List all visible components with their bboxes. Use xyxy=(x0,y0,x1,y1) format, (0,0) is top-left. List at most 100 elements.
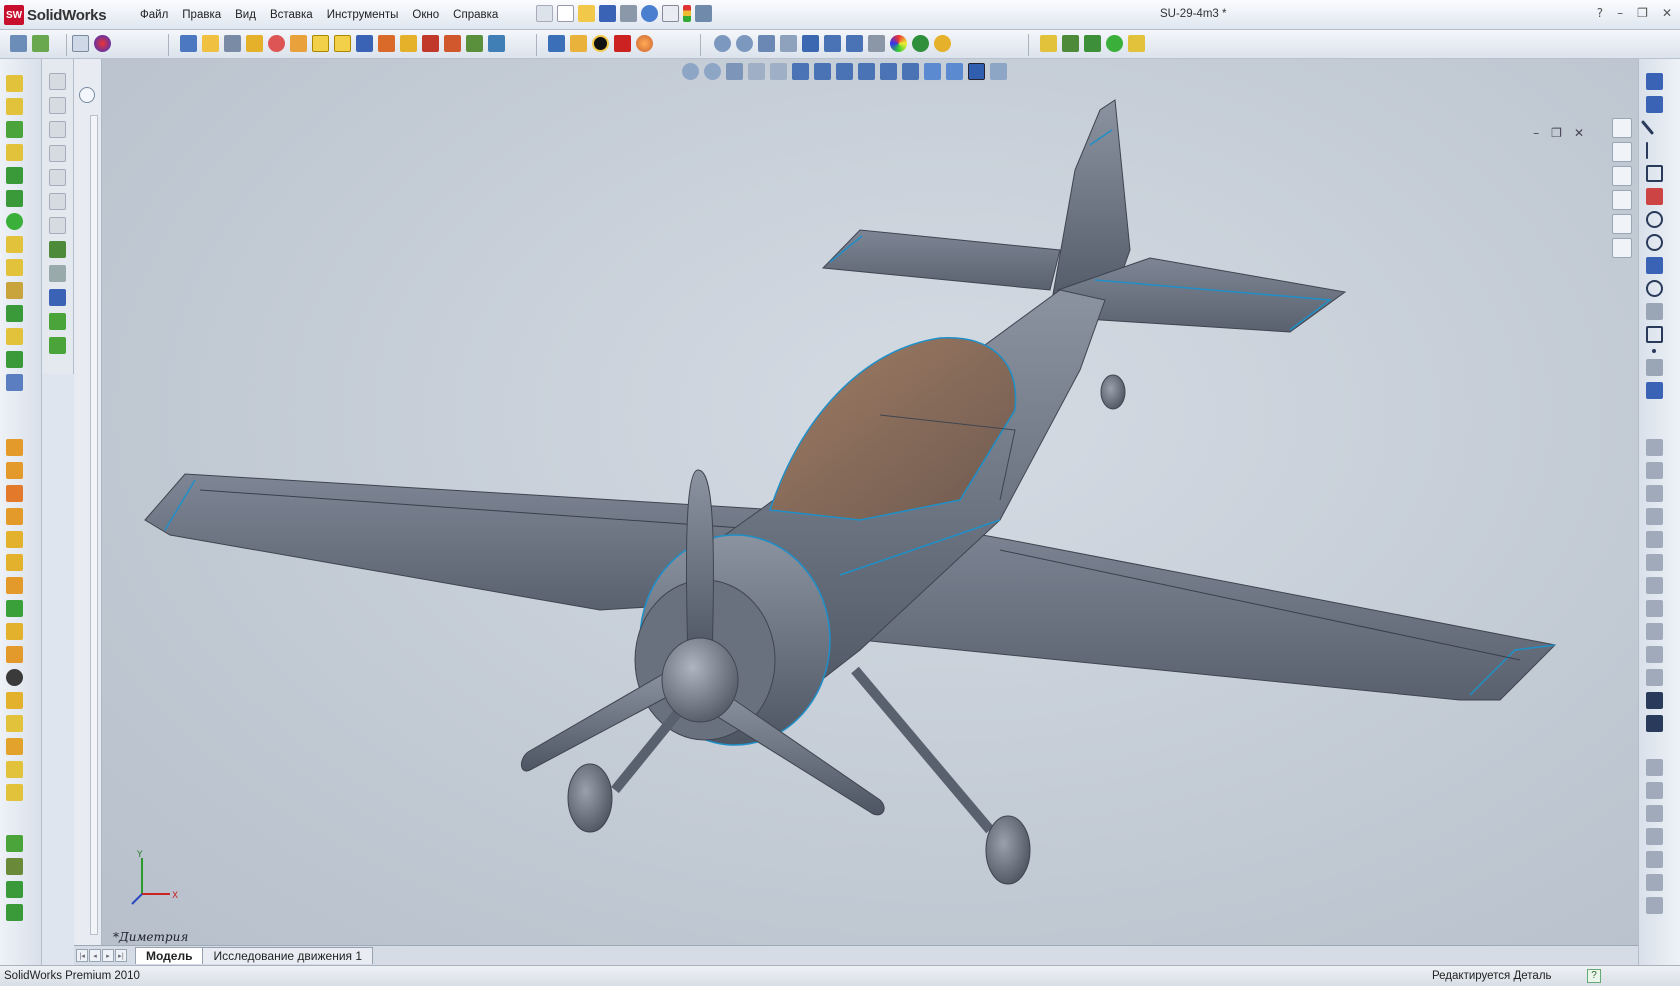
menu-window[interactable]: Окно xyxy=(406,7,445,23)
section-view-icon[interactable] xyxy=(780,35,797,52)
section-properties-icon[interactable] xyxy=(246,35,263,52)
extrude-boss-icon[interactable] xyxy=(6,75,23,92)
airplane-model[interactable] xyxy=(102,59,1638,945)
restore-button[interactable]: ❐ xyxy=(1637,6,1648,20)
surface-loft-icon[interactable] xyxy=(6,508,23,525)
loft-icon[interactable] xyxy=(6,144,23,161)
fillet-sketch-icon[interactable] xyxy=(1646,303,1663,320)
feature-tree-scrollbar[interactable] xyxy=(90,115,98,935)
offset-surface-icon[interactable] xyxy=(6,577,23,594)
weld-icon[interactable] xyxy=(1646,759,1663,776)
3d-sketch-plane-icon[interactable] xyxy=(1646,715,1663,732)
sigma-icon[interactable] xyxy=(356,35,373,52)
ruler-icon[interactable] xyxy=(1040,35,1057,52)
dome-icon[interactable] xyxy=(6,374,23,391)
tab-motion-study[interactable]: Исследование движения 1 xyxy=(202,947,374,964)
print-icon[interactable] xyxy=(620,5,637,22)
trim-icon[interactable] xyxy=(1646,485,1663,502)
quick-snaps-icon[interactable] xyxy=(1646,646,1663,663)
line-icon[interactable] xyxy=(1640,120,1655,135)
sketch-icon[interactable] xyxy=(1646,73,1663,90)
planar-surface-icon[interactable] xyxy=(6,554,23,571)
block-icon[interactable] xyxy=(1646,554,1663,571)
shell-icon[interactable] xyxy=(6,282,23,299)
tab-last-button[interactable]: ▸| xyxy=(115,949,127,962)
parting-line-icon[interactable] xyxy=(444,35,461,52)
view-orientation-icon[interactable] xyxy=(802,35,819,52)
view-settings-icon[interactable] xyxy=(934,35,951,52)
view-left-icon[interactable] xyxy=(858,63,875,80)
fix-icon[interactable] xyxy=(1646,600,1663,617)
edit-appearance-icon[interactable] xyxy=(868,35,885,52)
pattern-icon[interactable] xyxy=(6,305,23,322)
ellipse-icon[interactable] xyxy=(1646,280,1663,297)
zoom-area-icon[interactable] xyxy=(736,35,753,52)
feature-manager-icon[interactable] xyxy=(10,35,27,52)
view-normal-icon[interactable] xyxy=(792,63,809,80)
render-icon[interactable] xyxy=(592,35,609,52)
menu-edit[interactable]: Правка xyxy=(176,7,227,23)
deviation-icon[interactable] xyxy=(466,35,483,52)
graphics-area[interactable]: – ❐ ✕ Y X xyxy=(102,59,1638,945)
view-right-icon[interactable] xyxy=(880,63,897,80)
sketch-icon-2[interactable] xyxy=(49,97,66,114)
spline-icon[interactable] xyxy=(1646,188,1663,205)
rib-icon[interactable] xyxy=(6,328,23,345)
tab-next-button[interactable]: ▸ xyxy=(102,949,114,962)
view-top-icon[interactable] xyxy=(902,63,919,80)
geometry-analysis-icon[interactable] xyxy=(290,35,307,52)
view-back-icon[interactable] xyxy=(836,63,853,80)
property-manager-icon[interactable] xyxy=(32,35,49,52)
repair-icon[interactable] xyxy=(1646,623,1663,640)
spline-tools-icon[interactable] xyxy=(1646,828,1663,845)
menu-tools[interactable]: Инструменты xyxy=(321,7,405,23)
measure-icon[interactable] xyxy=(202,35,219,52)
material-icon[interactable] xyxy=(636,35,653,52)
options-icon[interactable] xyxy=(695,5,712,22)
delete-face-icon[interactable] xyxy=(6,738,23,755)
home-icon[interactable] xyxy=(1612,118,1632,138)
undo-icon[interactable] xyxy=(641,5,658,22)
hide-show-icon[interactable] xyxy=(846,35,863,52)
open-folder-icon[interactable] xyxy=(578,5,595,22)
tab-prev-button[interactable]: ◂ xyxy=(89,949,101,962)
view-iso-icon[interactable] xyxy=(924,63,941,80)
app-logo[interactable]: SW SolidWorks xyxy=(4,4,122,26)
offset-icon[interactable] xyxy=(1646,462,1663,479)
scene-icon[interactable] xyxy=(570,35,587,52)
resources-icon[interactable] xyxy=(1612,142,1632,162)
help-icon[interactable]: ? xyxy=(1597,6,1603,20)
filter-icon[interactable] xyxy=(79,87,95,103)
undercut-icon[interactable] xyxy=(422,35,439,52)
rebuild-traffic-light-icon[interactable] xyxy=(683,5,691,22)
edit-sketch-icon[interactable] xyxy=(49,241,66,258)
zoom-to-fit-icon[interactable] xyxy=(714,35,731,52)
flex-icon[interactable] xyxy=(1646,874,1663,891)
surface-tools-icon[interactable] xyxy=(1646,851,1663,868)
compare-icon[interactable] xyxy=(488,35,505,52)
extend-surface-icon[interactable] xyxy=(6,692,23,709)
relations-icon[interactable] xyxy=(49,289,66,306)
curves-icon[interactable] xyxy=(6,835,23,852)
zoom-fit-icon[interactable] xyxy=(682,63,699,80)
rectangle-icon[interactable] xyxy=(1646,165,1663,182)
checkbox-icon[interactable] xyxy=(312,35,329,52)
smart-dimension-icon-2[interactable] xyxy=(1646,96,1663,113)
design-library-icon[interactable] xyxy=(1612,166,1632,186)
fillet-icon[interactable] xyxy=(6,236,23,253)
help-status-icon[interactable]: ? xyxy=(1587,969,1601,983)
sketch-icon-3[interactable] xyxy=(49,121,66,138)
sweep-icon[interactable] xyxy=(6,121,23,138)
projected-curve-icon[interactable] xyxy=(6,904,23,921)
menu-help[interactable]: Справка xyxy=(447,7,504,23)
add-relation-icon[interactable] xyxy=(1646,577,1663,594)
sheet-metal-icon[interactable] xyxy=(1646,805,1663,822)
new-document-icon[interactable] xyxy=(557,5,574,22)
sketch-icon-1[interactable] xyxy=(49,73,66,90)
photoview-icon[interactable] xyxy=(548,35,565,52)
revolve-boss-icon[interactable] xyxy=(6,98,23,115)
thicken-icon[interactable] xyxy=(6,715,23,732)
draft-icon[interactable] xyxy=(6,351,23,368)
view-trimetric-icon[interactable] xyxy=(968,63,985,80)
reference-icon-2[interactable] xyxy=(49,337,66,354)
